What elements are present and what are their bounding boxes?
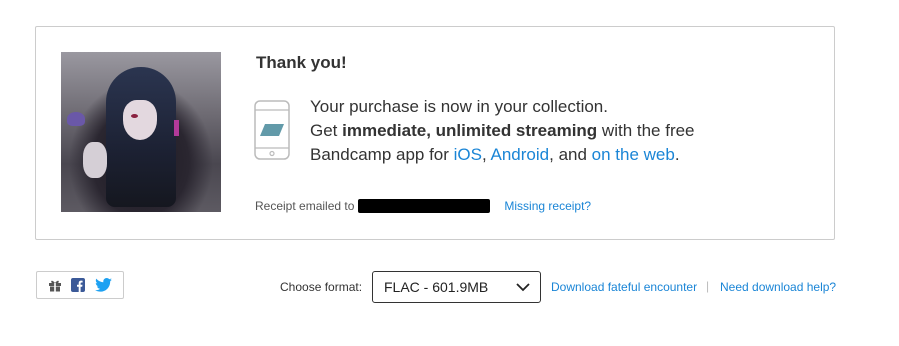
purchase-message-line3: Bandcamp app for iOS, Android, and on th… — [310, 143, 790, 167]
link-separator: | — [706, 279, 710, 293]
android-app-link[interactable]: Android — [491, 145, 550, 164]
period: . — [674, 145, 680, 164]
album-art-ribbon — [174, 120, 179, 136]
download-help-link[interactable]: Need download help? — [720, 280, 836, 294]
purchase-message-line2: Get immediate, unlimited streaming with … — [310, 119, 790, 143]
album-art-figure-eye — [131, 114, 138, 118]
share-buttons — [36, 271, 124, 299]
format-select[interactable]: FLAC - 601.9MB — [372, 271, 541, 303]
comma-separator: , — [482, 145, 491, 164]
thank-you-panel: Thank you! Your purchase is now in your … — [35, 26, 835, 240]
download-album-link[interactable]: Download fateful encounter — [551, 280, 697, 294]
twitter-icon[interactable] — [95, 278, 113, 292]
album-art-butterfly — [67, 112, 85, 126]
purchase-message-line1: Your purchase is now in your collection. — [310, 97, 608, 116]
phone-icon — [254, 100, 290, 160]
ios-app-link[interactable]: iOS — [454, 145, 482, 164]
album-art-figure-face — [123, 100, 157, 140]
receipt-label: Receipt emailed to — [255, 199, 355, 213]
chevron-down-icon — [516, 283, 530, 292]
receipt-row: Receipt emailed to Missing receipt? — [255, 199, 591, 213]
facebook-icon[interactable] — [71, 278, 86, 292]
format-select-value: FLAC - 601.9MB — [384, 279, 489, 295]
redacted-email — [358, 199, 491, 213]
purchase-confirmation-page: Thank you! Your purchase is now in your … — [0, 0, 899, 346]
line2-prefix: Get — [310, 121, 343, 140]
line3-prefix: Bandcamp app for — [310, 145, 454, 164]
album-art-figure-hand — [83, 142, 107, 178]
missing-receipt-link[interactable]: Missing receipt? — [504, 199, 591, 213]
web-player-link[interactable]: on the web — [592, 145, 675, 164]
streaming-highlight: immediate, unlimited streaming — [342, 121, 598, 140]
line2-suffix: with the free — [597, 121, 695, 140]
purchase-message: Your purchase is now in your collection.… — [310, 95, 790, 167]
album-art — [61, 52, 221, 212]
choose-format-label: Choose format: — [280, 280, 363, 294]
gift-icon[interactable] — [48, 278, 62, 292]
thank-you-title: Thank you! — [256, 53, 347, 72]
and-separator: , and — [549, 145, 592, 164]
